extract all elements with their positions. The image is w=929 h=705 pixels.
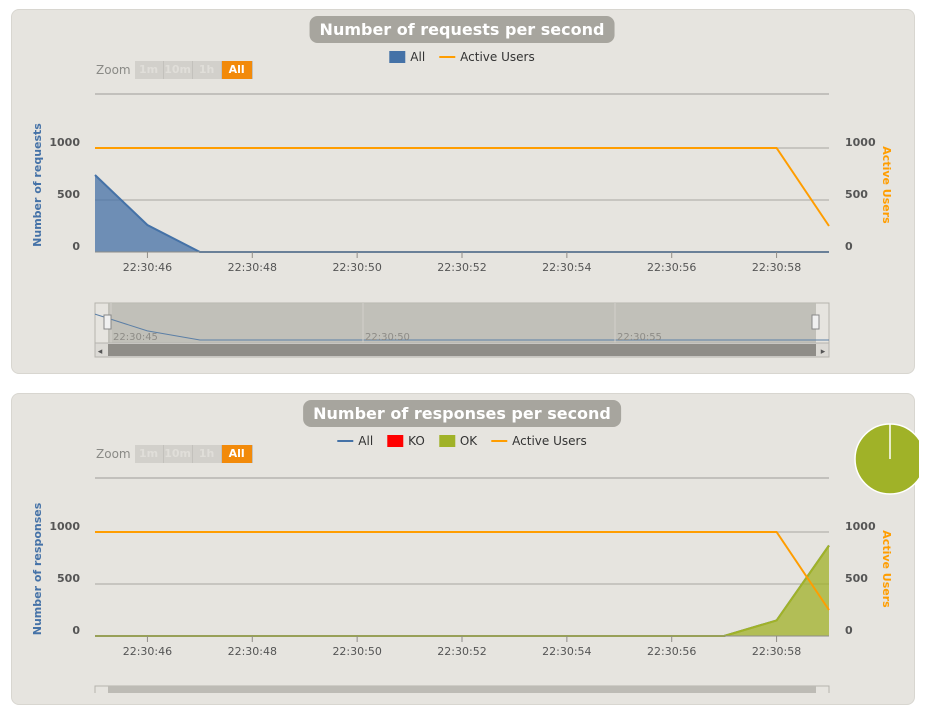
y2-tick-label: 1000 xyxy=(845,520,876,533)
x-tick-label: 22:30:48 xyxy=(228,645,277,658)
x-tick-label: 22:30:52 xyxy=(437,645,486,658)
scroll-right-arrow: ▸ xyxy=(821,347,826,357)
y-tick-label: 1000 xyxy=(49,136,80,149)
x-tick-label: 22:30:58 xyxy=(752,645,801,658)
y-axis-title: Number of responses xyxy=(31,502,44,635)
series-line-active-users xyxy=(95,531,830,611)
series-line-ok xyxy=(95,544,830,637)
y-tick-label: 0 xyxy=(72,624,80,637)
charts-svg: 22:30:46 22:30:48 22:30:50 22:30:52 22:30:54… xyxy=(31,93,893,693)
y-tick-label: 500 xyxy=(57,188,80,201)
series-line-all xyxy=(94,174,829,253)
series-area-all xyxy=(95,175,829,252)
navigator-label: 22:30:55 xyxy=(617,332,662,343)
y2-tick-label: 0 xyxy=(845,240,853,253)
x-tick-label: 22:30:46 xyxy=(123,645,172,658)
navigator-handle-left xyxy=(103,314,112,330)
x-tick-label: 22:30:46 xyxy=(123,261,172,274)
pie-slice-ok xyxy=(854,423,926,495)
navigator-scrollbar-thumb xyxy=(108,344,816,356)
y-tick-label: 0 xyxy=(72,240,80,253)
y-axis-title: Number of requests xyxy=(31,123,44,247)
y2-axis-title: Active Users xyxy=(880,530,893,608)
x-tick-label: 22:30:58 xyxy=(752,261,801,274)
x-tick-label: 22:30:54 xyxy=(542,261,591,274)
navigator-mask xyxy=(108,686,816,693)
navigator-label: 22:30:50 xyxy=(365,332,410,343)
y-tick-label: 500 xyxy=(57,572,80,585)
series-line-all xyxy=(95,544,830,637)
x-tick-label: 22:30:50 xyxy=(332,261,381,274)
y2-tick-label: 500 xyxy=(845,188,868,201)
y2-axis-title: Active Users xyxy=(880,146,893,224)
x-tick-label: 22:30:56 xyxy=(647,645,696,658)
y2-tick-label: 1000 xyxy=(845,136,876,149)
pie-svg xyxy=(854,423,926,495)
scroll-left-arrow: ◂ xyxy=(98,347,103,357)
series-line-active-users xyxy=(95,147,830,227)
x-tick-label: 22:30:50 xyxy=(332,645,381,658)
x-tick-label: 22:30:56 xyxy=(647,261,696,274)
y2-tick-label: 500 xyxy=(845,572,868,585)
series-area-ok xyxy=(95,545,829,636)
y2-tick-label: 0 xyxy=(845,624,853,637)
navigator-mask xyxy=(108,303,816,343)
x-tick-label: 22:30:48 xyxy=(228,261,277,274)
navigator-label: 22:30:45 xyxy=(113,332,158,343)
x-tick-label: 22:30:52 xyxy=(437,261,486,274)
y-tick-label: 1000 xyxy=(49,520,80,533)
x-tick-label: 22:30:54 xyxy=(542,645,591,658)
navigator-handle-right xyxy=(811,314,820,330)
ok-ko-pie xyxy=(853,423,926,499)
